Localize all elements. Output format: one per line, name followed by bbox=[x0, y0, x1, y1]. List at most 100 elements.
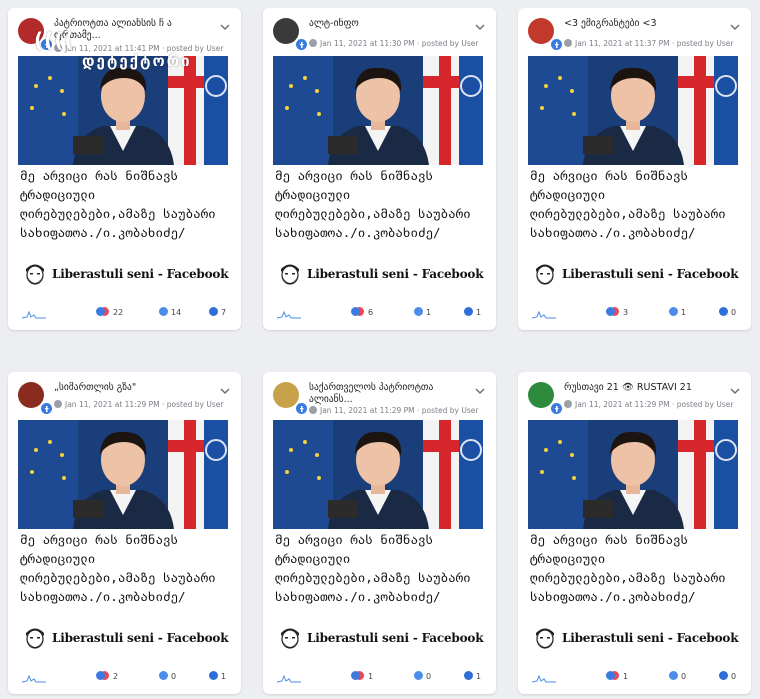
shares-count[interactable]: 1 bbox=[464, 671, 481, 685]
comments-count[interactable]: 1 bbox=[669, 307, 686, 321]
post-date[interactable]: Jan 11, 2021 at 11:37 PM bbox=[575, 39, 670, 48]
globe-icon bbox=[54, 400, 62, 408]
globe-icon bbox=[564, 39, 572, 47]
reactions-count[interactable]: 1 bbox=[351, 671, 373, 685]
post-meta: Jan 11, 2021 at 11:29 PM · posted by Use… bbox=[564, 400, 733, 409]
globe-icon bbox=[309, 39, 317, 47]
post-text: მე არვიცი რას ნიშნავს ტრადიციული ღირებულ… bbox=[530, 532, 726, 604]
card-header: „სიმართლის გზა" Jan 11, 2021 at 11:29 PM… bbox=[8, 372, 241, 418]
card-header: <3 ემიგრანტები <3 Jan 11, 2021 at 11:37 … bbox=[518, 8, 751, 54]
shares-count[interactable]: 1 bbox=[209, 671, 226, 685]
logo-text: Liberastuli seni - Facebook bbox=[52, 267, 229, 281]
reactions-count[interactable]: 22 bbox=[96, 307, 123, 321]
reactions-count[interactable]: 6 bbox=[351, 307, 373, 321]
posted-by: posted by User bbox=[421, 39, 479, 48]
post-meta: Jan 11, 2021 at 11:29 PM · posted by Use… bbox=[309, 406, 478, 415]
post-text: მე არვიცი რას ნიშნავს ტრადიციული ღირებულ… bbox=[20, 168, 216, 240]
page-name[interactable]: „სიმართლის გზა" bbox=[54, 382, 219, 394]
card-header: რუსთავი 21 👁 RUSTAVI 21 Jan 11, 2021 at … bbox=[518, 372, 751, 418]
chevron-down-icon[interactable] bbox=[729, 22, 741, 32]
page-name[interactable]: პატრიოტთა ალიანსის ჩ ა ფრთამე... bbox=[54, 18, 219, 42]
globe-icon bbox=[564, 400, 572, 408]
share-icon bbox=[719, 307, 728, 316]
chevron-down-icon[interactable] bbox=[219, 386, 231, 396]
post-meta: Jan 11, 2021 at 11:29 PM · posted by Use… bbox=[54, 400, 223, 409]
chevron-down-icon[interactable] bbox=[729, 386, 741, 396]
post-image[interactable] bbox=[273, 420, 483, 529]
source-logo: Liberastuli seni - Facebook bbox=[530, 624, 742, 654]
comment-icon bbox=[669, 307, 678, 316]
posted-by: posted by User bbox=[421, 406, 479, 415]
posted-by: posted by User bbox=[166, 400, 224, 409]
share-icon bbox=[209, 307, 218, 316]
comments-count[interactable]: 1 bbox=[414, 307, 431, 321]
chevron-down-icon[interactable] bbox=[219, 22, 231, 32]
source-logo: Liberastuli seni - Facebook bbox=[20, 624, 232, 654]
post-date[interactable]: Jan 11, 2021 at 11:29 PM bbox=[65, 400, 160, 409]
post-card[interactable]: რუსთავი 21 👁 RUSTAVI 21 Jan 11, 2021 at … bbox=[518, 372, 751, 694]
post-image[interactable] bbox=[528, 56, 738, 165]
page-name[interactable]: საქართველოს პატრიოტთა ალიანს... bbox=[309, 382, 474, 406]
comment-icon bbox=[414, 307, 423, 316]
chevron-down-icon[interactable] bbox=[474, 386, 486, 396]
sparkline-icon bbox=[532, 310, 556, 319]
post-text: მე არვიცი რას ნიშნავს ტრადიციული ღირებულ… bbox=[275, 532, 471, 604]
shares-count[interactable]: 0 bbox=[719, 307, 736, 321]
comments-count[interactable]: 14 bbox=[159, 307, 181, 321]
bearded-face-icon bbox=[530, 260, 560, 290]
comments-count[interactable]: 0 bbox=[669, 671, 686, 685]
logo-text: Liberastuli seni - Facebook bbox=[52, 631, 229, 645]
post-image[interactable] bbox=[528, 420, 738, 529]
watermark-logo: (((( bbox=[34, 28, 75, 52]
shares-count[interactable]: 7 bbox=[209, 307, 226, 321]
post-card[interactable]: საქართველოს პატრიოტთა ალიანს... Jan 11, … bbox=[263, 372, 496, 694]
page-name[interactable]: <3 ემიგრანტები <3 bbox=[564, 18, 729, 30]
card-header: ალტ-ინფო Jan 11, 2021 at 11:30 PM · post… bbox=[263, 8, 496, 54]
engagement-stats: 6 1 1 bbox=[263, 307, 496, 321]
sparkline-icon bbox=[532, 674, 556, 683]
comments-count[interactable]: 0 bbox=[414, 671, 431, 685]
post-image[interactable] bbox=[18, 56, 228, 165]
chevron-down-icon[interactable] bbox=[474, 22, 486, 32]
card-header: საქართველოს პატრიოტთა ალიანს... Jan 11, … bbox=[263, 372, 496, 418]
post-date[interactable]: Jan 11, 2021 at 11:29 PM bbox=[575, 400, 670, 409]
logo-text: Liberastuli seni - Facebook bbox=[562, 631, 739, 645]
engagement-stats: 3 1 0 bbox=[518, 307, 751, 321]
post-card[interactable]: ალტ-ინფო Jan 11, 2021 at 11:30 PM · post… bbox=[263, 8, 496, 330]
share-icon bbox=[464, 307, 473, 316]
comments-count[interactable]: 0 bbox=[159, 671, 176, 685]
comment-icon bbox=[414, 671, 423, 680]
reactions-icon bbox=[96, 671, 105, 680]
sparkline-icon bbox=[22, 310, 46, 319]
post-image[interactable] bbox=[273, 56, 483, 165]
shares-count[interactable]: 1 bbox=[464, 307, 481, 321]
post-text: მე არვიცი რას ნიშნავს ტრადიციული ღირებულ… bbox=[530, 168, 726, 240]
reactions-count[interactable]: 2 bbox=[96, 671, 118, 685]
sparkline-icon bbox=[277, 674, 301, 683]
bearded-face-icon bbox=[275, 624, 305, 654]
page-name[interactable]: ალტ-ინფო bbox=[309, 18, 474, 30]
reactions-count[interactable]: 1 bbox=[606, 671, 628, 685]
source-logo: Liberastuli seni - Facebook bbox=[275, 260, 487, 290]
post-text: მე არვიცი რას ნიშნავს ტრადიციული ღირებულ… bbox=[275, 168, 471, 240]
globe-icon bbox=[309, 406, 317, 414]
page-name[interactable]: რუსთავი 21 👁 RUSTAVI 21 bbox=[564, 382, 729, 394]
sparkline-icon bbox=[277, 310, 301, 319]
post-date[interactable]: Jan 11, 2021 at 11:30 PM bbox=[320, 39, 415, 48]
post-text: მე არვიცი რას ნიშნავს ტრადიციული ღირებულ… bbox=[20, 532, 216, 604]
shares-count[interactable]: 0 bbox=[719, 671, 736, 685]
share-icon bbox=[719, 671, 728, 680]
watermark-text: დეტექტორი bbox=[82, 52, 192, 70]
post-card[interactable]: „სიმართლის გზა" Jan 11, 2021 at 11:29 PM… bbox=[8, 372, 241, 694]
share-icon bbox=[209, 671, 218, 680]
reactions-icon bbox=[606, 307, 615, 316]
source-logo: Liberastuli seni - Facebook bbox=[20, 260, 232, 290]
post-date[interactable]: Jan 11, 2021 at 11:29 PM bbox=[320, 406, 415, 415]
post-card[interactable]: <3 ემიგრანტები <3 Jan 11, 2021 at 11:37 … bbox=[518, 8, 751, 330]
reactions-count[interactable]: 3 bbox=[606, 307, 628, 321]
posted-by: posted by User bbox=[676, 39, 734, 48]
post-meta: Jan 11, 2021 at 11:30 PM · posted by Use… bbox=[309, 39, 478, 48]
reactions-icon bbox=[351, 307, 360, 316]
post-image[interactable] bbox=[18, 420, 228, 529]
comment-icon bbox=[159, 671, 168, 680]
